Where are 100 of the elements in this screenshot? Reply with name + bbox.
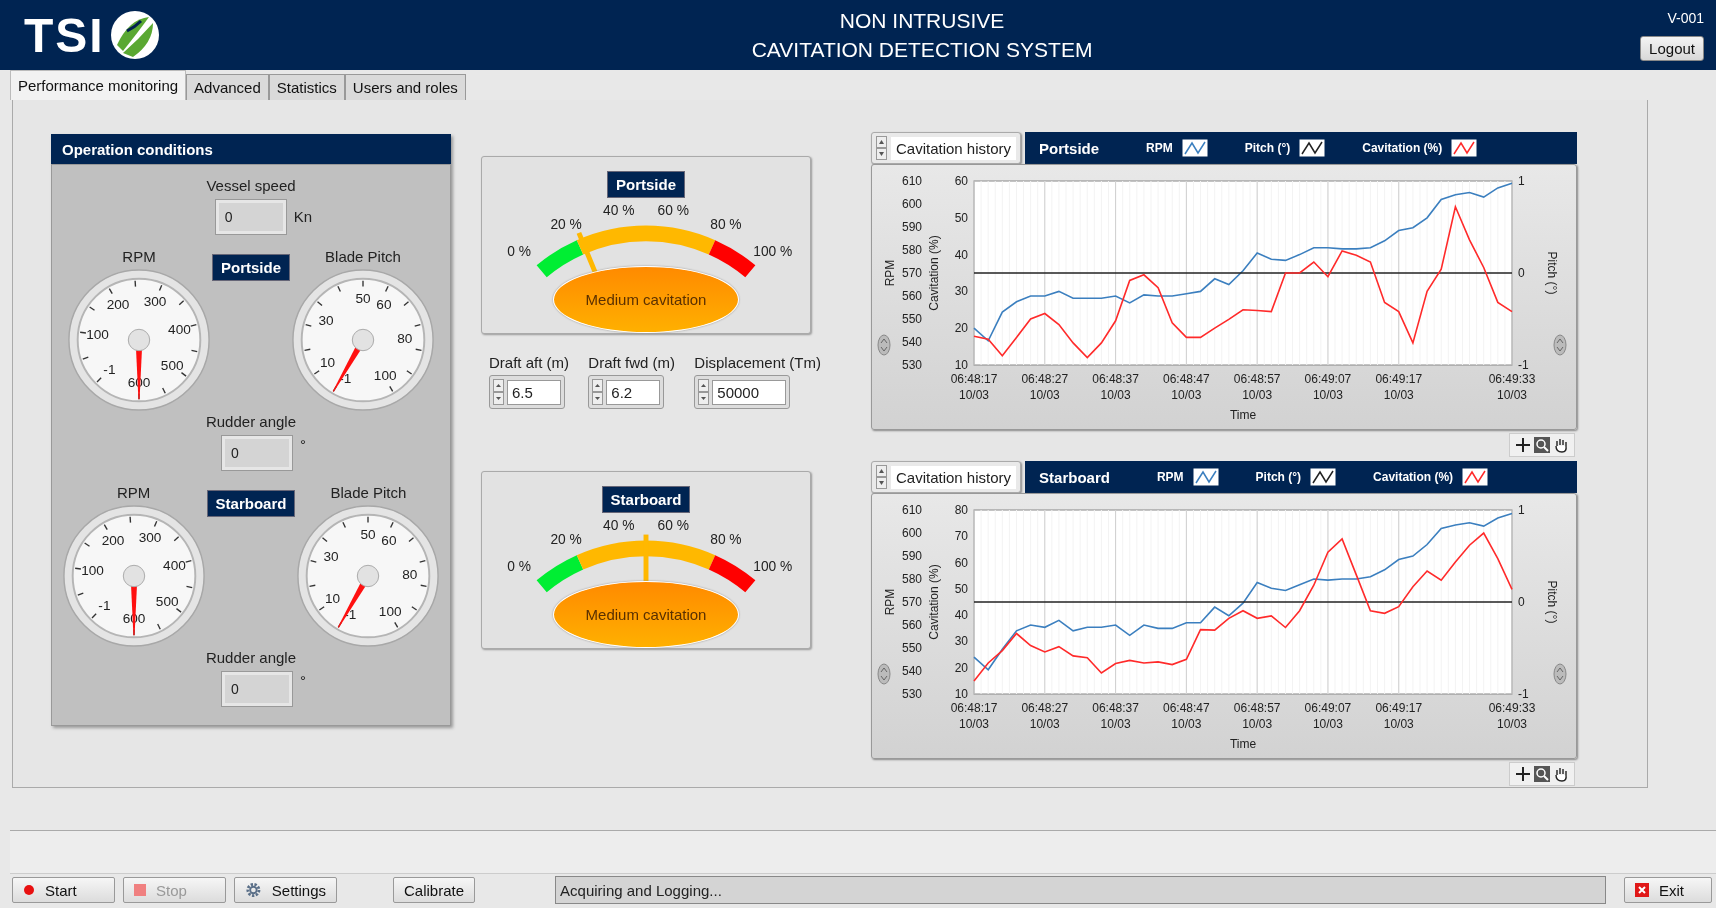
axis-tick-label: 530 bbox=[901, 687, 922, 701]
axis-tick-label: 06:48:37 10/03 bbox=[1092, 701, 1139, 731]
gauge-scale-label: 20 % bbox=[550, 532, 582, 548]
field-label: Vessel speed bbox=[206, 177, 296, 194]
gauge-scale-label: 20 % bbox=[550, 217, 582, 233]
logout-button[interactable]: Logout bbox=[1640, 35, 1704, 61]
scale-knob-icon[interactable] bbox=[1553, 334, 1567, 356]
field-label: Rudder angle bbox=[205, 413, 296, 430]
spin-arrows-icon[interactable] bbox=[493, 379, 504, 405]
toolbar-button[interactable]: Settings bbox=[234, 877, 337, 903]
axis-tick-label: 1 bbox=[1518, 174, 1525, 188]
axis-tick-label: 60 bbox=[954, 555, 968, 570]
numeric-field[interactable]: 6.5 bbox=[489, 375, 565, 409]
axis-tick-label: 06:48:57 10/03 bbox=[1233, 372, 1281, 402]
axis-tick-label: 550 bbox=[901, 312, 922, 326]
tab[interactable]: Users and roles bbox=[344, 74, 466, 100]
axis-title: RPM bbox=[883, 588, 897, 616]
legend-label: Pitch (°) bbox=[1244, 141, 1291, 155]
axis-tick-label: 540 bbox=[901, 335, 922, 349]
dial-scale-label: 200 bbox=[101, 532, 124, 548]
axis-tick-label: 50 bbox=[954, 581, 968, 596]
dial-scale-label: 30 bbox=[318, 313, 334, 329]
axis-tick-label: 50 bbox=[954, 210, 968, 225]
axis-tick-label: 560 bbox=[901, 289, 922, 303]
dial-scale-label: 300 bbox=[143, 294, 167, 310]
toolbar-button[interactable]: Calibrate bbox=[393, 877, 476, 903]
legend-swatch-icon bbox=[1299, 139, 1326, 157]
axis-tick-label: 06:48:47 10/03 bbox=[1163, 372, 1210, 402]
hand-icon[interactable] bbox=[1553, 437, 1569, 453]
view-selector[interactable]: Cavitation history bbox=[871, 132, 1022, 164]
gauge-scale-label: 100 % bbox=[753, 244, 793, 260]
gauge-scale-label: 40 % bbox=[603, 518, 635, 534]
logo-icon bbox=[108, 9, 161, 61]
legend-label: Cavitation (%) bbox=[1362, 141, 1443, 155]
scale-knob-icon[interactable] bbox=[1553, 663, 1567, 685]
dial-scale-label: 50 bbox=[355, 291, 371, 306]
scale-knob-icon[interactable] bbox=[877, 334, 891, 356]
dial-scale-label: -1 bbox=[97, 598, 110, 614]
axis-tick-label: 30 bbox=[954, 284, 968, 299]
dial-scale-label: 60 bbox=[376, 296, 392, 312]
axis-tick-label: 06:48:27 10/03 bbox=[1021, 701, 1069, 731]
crosshair-icon[interactable] bbox=[1515, 437, 1531, 453]
dial-scale-label: 500 bbox=[160, 358, 184, 374]
numeric-field[interactable]: 6.2 bbox=[588, 375, 665, 409]
tab[interactable]: Performance monitoring bbox=[10, 70, 187, 100]
spin-arrows-icon[interactable] bbox=[876, 136, 887, 160]
tab[interactable]: Statistics bbox=[268, 74, 345, 100]
dial-scale-label: 400 bbox=[168, 322, 191, 338]
dial-scale-label: 100 bbox=[373, 368, 397, 384]
dial-scale-label: 10 bbox=[325, 591, 341, 607]
dial-scale-label: 60 bbox=[381, 532, 397, 548]
dial-label: RPM bbox=[116, 484, 151, 501]
toolbar-button[interactable]: Start bbox=[12, 877, 115, 903]
numeric-field[interactable]: 50000 bbox=[694, 375, 791, 409]
gauge-scale-label: 80 % bbox=[710, 532, 742, 548]
dial-scale-label: 300 bbox=[138, 530, 161, 546]
axis-tick-label: 06:48:17 10/03 bbox=[950, 372, 998, 402]
axis-tick-label: 06:49:07 10/03 bbox=[1304, 701, 1352, 731]
spin-arrows-icon[interactable] bbox=[698, 379, 710, 405]
record-icon bbox=[23, 884, 35, 896]
dial-scale-label: -1 bbox=[103, 362, 116, 378]
legend-label: RPM bbox=[1156, 470, 1184, 484]
gauge-scale-label: 0 % bbox=[507, 244, 532, 260]
side-tag: Starboard bbox=[206, 490, 296, 517]
speed-field: 0 bbox=[215, 200, 286, 234]
axis-tick-label: 10 bbox=[954, 687, 968, 701]
axis-title: Time bbox=[1229, 737, 1257, 751]
tab[interactable]: Advanced bbox=[186, 74, 269, 100]
unit-label: ° bbox=[300, 436, 306, 453]
dial-scale-label: 100 bbox=[80, 563, 104, 579]
exit-button[interactable]: Exit bbox=[1624, 877, 1712, 903]
crosshair-icon[interactable] bbox=[1515, 766, 1531, 782]
gauge-scale-label: 40 % bbox=[603, 203, 635, 219]
dial-scale-label: 50 bbox=[360, 527, 376, 542]
axis-title: RPM bbox=[883, 259, 897, 287]
dial-label: RPM bbox=[122, 248, 156, 265]
rudder-field: 0 bbox=[222, 436, 292, 470]
legend-swatch-icon bbox=[1181, 139, 1208, 157]
spin-arrows-icon[interactable] bbox=[592, 379, 604, 405]
status-field: Acquiring and Logging... bbox=[555, 876, 1606, 904]
field-label: Rudder angle bbox=[205, 649, 296, 666]
axis-tick-label: 06:49:07 10/03 bbox=[1304, 372, 1352, 402]
needle-hub bbox=[357, 564, 380, 588]
axis-tick-label: 560 bbox=[901, 618, 922, 632]
legend-swatch-icon bbox=[1451, 139, 1478, 157]
axis-tick-label: 0 bbox=[1518, 595, 1525, 609]
side-tag: Portside bbox=[607, 171, 685, 198]
axis-tick-label: 0 bbox=[1518, 266, 1525, 280]
dial-scale-label: 100 bbox=[379, 604, 402, 620]
axis-tick-label: 30 bbox=[954, 634, 968, 649]
zoom-icon[interactable] bbox=[1534, 766, 1550, 782]
hand-icon[interactable] bbox=[1553, 766, 1569, 782]
zoom-icon[interactable] bbox=[1534, 437, 1550, 453]
axis-tick-label: 540 bbox=[901, 664, 922, 678]
side-tag: Starboard bbox=[601, 486, 691, 513]
view-selector[interactable]: Cavitation history bbox=[871, 461, 1022, 493]
axis-tick-label: 70 bbox=[954, 529, 968, 544]
spin-arrows-icon[interactable] bbox=[876, 465, 887, 489]
axis-tick-label: 06:48:47 10/03 bbox=[1163, 701, 1210, 731]
scale-knob-icon[interactable] bbox=[877, 663, 891, 685]
